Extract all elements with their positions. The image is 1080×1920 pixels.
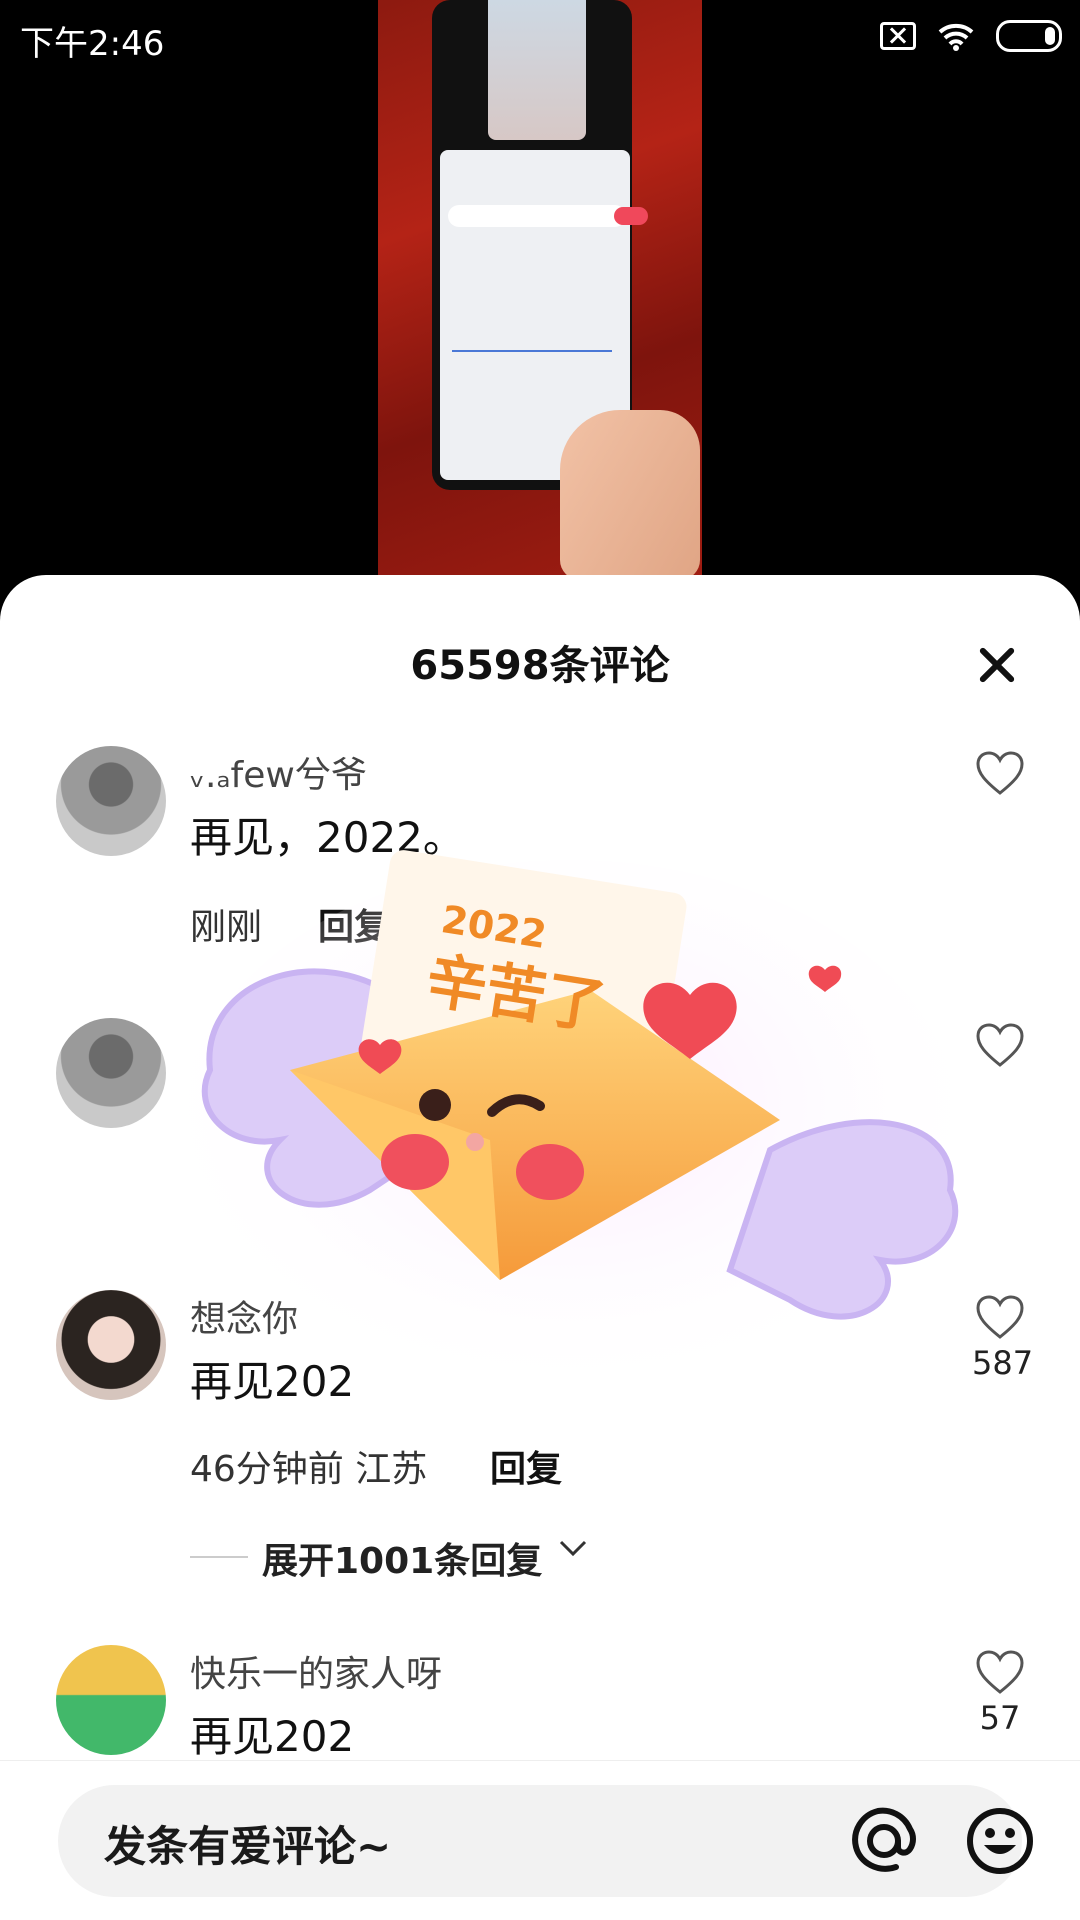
heart-outline-icon bbox=[976, 1295, 1024, 1339]
like-button[interactable]: 587 bbox=[972, 1294, 1034, 1382]
comment-time-location: 46分钟前 江苏 bbox=[190, 1449, 428, 1490]
expand-divider bbox=[190, 1556, 248, 1558]
comment-count-title: 65598条评论 bbox=[410, 643, 670, 689]
battery-icon bbox=[996, 20, 1062, 52]
heart-outline-icon bbox=[976, 1650, 1024, 1694]
sticker-mouth bbox=[466, 1133, 484, 1151]
at-icon[interactable] bbox=[848, 1805, 920, 1877]
chevron-down-icon bbox=[559, 1540, 587, 1557]
no-sim-icon bbox=[880, 22, 916, 50]
reply-button[interactable]: 回复 bbox=[490, 1440, 562, 1492]
comment-username[interactable]: 快乐一的家人呀 bbox=[190, 1645, 442, 1697]
video-finger bbox=[560, 410, 700, 580]
heart-outline-icon bbox=[976, 751, 1024, 795]
comment-input-bar: 发条有爱评论~ bbox=[0, 1760, 1080, 1920]
comment-input[interactable]: 发条有爱评论~ bbox=[58, 1785, 1033, 1897]
video-waveform bbox=[452, 350, 612, 352]
video-send-button bbox=[614, 207, 648, 225]
sticker-right-cheek bbox=[516, 1144, 584, 1200]
comment-username[interactable]: ᵥ.ₐfew兮爷 bbox=[190, 746, 367, 798]
avatar[interactable] bbox=[56, 1290, 166, 1400]
like-button[interactable]: 57 bbox=[972, 1649, 1028, 1737]
heart-outline-icon bbox=[976, 1023, 1024, 1067]
status-bar: 下午2:46 bbox=[0, 0, 1080, 80]
avatar[interactable] bbox=[56, 746, 166, 856]
comment-input-placeholder: 发条有爱评论~ bbox=[104, 1822, 392, 1871]
status-icons bbox=[880, 20, 1062, 52]
like-button[interactable] bbox=[972, 1022, 1028, 1068]
close-icon[interactable] bbox=[972, 640, 1022, 690]
emoji-icon[interactable] bbox=[964, 1805, 1036, 1877]
sticker-left-cheek bbox=[381, 1134, 449, 1190]
comment-text: 再见202 bbox=[190, 1712, 355, 1761]
avatar[interactable] bbox=[56, 1018, 166, 1128]
new-year-sticker[interactable]: 2022 辛苦了 bbox=[170, 850, 970, 1410]
like-count: 587 bbox=[972, 1344, 1034, 1382]
sticker-left-eye bbox=[419, 1089, 451, 1121]
video-player[interactable] bbox=[0, 0, 1080, 580]
expand-replies-label: 展开1001条回复 bbox=[262, 1541, 543, 1582]
like-button[interactable] bbox=[972, 750, 1028, 796]
avatar[interactable] bbox=[56, 1645, 166, 1755]
like-count: 57 bbox=[979, 1699, 1021, 1737]
app-root: 下午2:46 65598条评论 ᵥ.ₐfew兮爷 再见，2022。 刚刚 想念你… bbox=[0, 0, 1080, 1920]
wifi-icon bbox=[938, 23, 974, 51]
status-time: 下午2:46 bbox=[20, 24, 165, 64]
video-input-bar bbox=[448, 205, 626, 227]
